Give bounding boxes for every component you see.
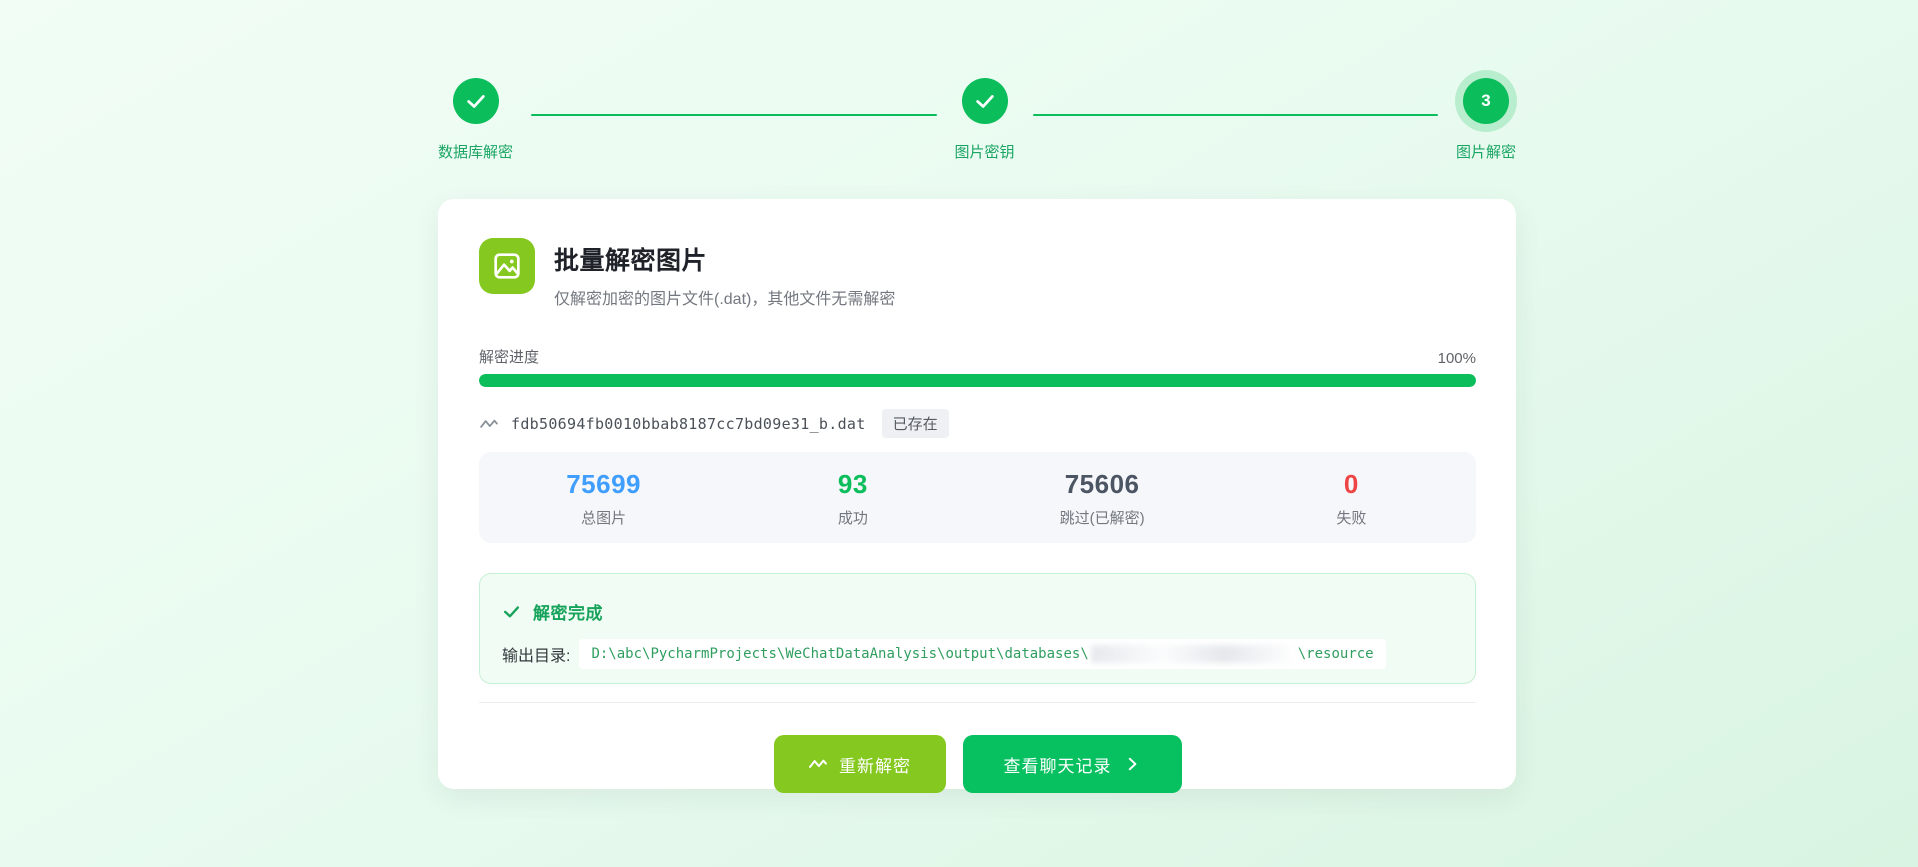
stat-skipped: 75606 跳过(已解密) (978, 469, 1227, 528)
progress-bar-fill (479, 374, 1476, 387)
decrypt-images-card: 批量解密图片 仅解密加密的图片文件(.dat)，其他文件无需解密 解密进度 10… (438, 199, 1516, 789)
step-database-decrypt: 数据库解密 (438, 78, 513, 162)
view-chat-records-button[interactable]: 查看聊天记录 (963, 735, 1182, 793)
redacted-path-segment (1091, 645, 1296, 663)
output-path-prefix: D:\abc\PycharmProjects\WeChatDataAnalysi… (591, 646, 1088, 662)
activity-zigzag-icon (808, 754, 828, 774)
step-image-key: 图片密钥 (955, 78, 1015, 162)
stat-failed-label: 失败 (1227, 507, 1476, 528)
page-title: 批量解密图片 (554, 241, 895, 277)
progress-bar (479, 374, 1476, 387)
check-icon (974, 90, 996, 112)
progress-header: 解密进度 100% (479, 346, 1476, 367)
alert-title: 解密完成 (533, 599, 603, 624)
output-dir-label: 输出目录: (502, 642, 570, 666)
step-2-circle (962, 78, 1008, 124)
step-3-label: 图片解密 (1456, 141, 1516, 162)
output-dir-row: 输出目录: D:\abc\PycharmProjects\WeChatDataA… (502, 639, 1453, 669)
activity-zigzag-icon (479, 414, 499, 434)
action-buttons: 重新解密 查看聊天记录 (479, 735, 1476, 793)
card-header: 批量解密图片 仅解密加密的图片文件(.dat)，其他文件无需解密 (479, 238, 1476, 309)
step-connector-line (531, 114, 936, 116)
step-image-decrypt: 3 图片解密 (1456, 78, 1516, 162)
chevron-right-icon (1123, 755, 1141, 773)
retry-decrypt-button[interactable]: 重新解密 (774, 735, 946, 793)
step-3-number: 3 (1481, 91, 1490, 111)
progress-label: 解密进度 (479, 346, 539, 367)
step-1-label: 数据库解密 (438, 141, 513, 162)
stat-total-images: 75699 总图片 (479, 469, 728, 528)
stat-success-value: 93 (728, 469, 977, 500)
output-path-chip[interactable]: D:\abc\PycharmProjects\WeChatDataAnalysi… (579, 639, 1385, 669)
retry-button-label: 重新解密 (839, 752, 911, 777)
page-subtitle: 仅解密加密的图片文件(.dat)，其他文件无需解密 (554, 285, 895, 309)
alert-title-row: 解密完成 (502, 599, 1453, 624)
step-2-label: 图片密钥 (955, 141, 1015, 162)
wizard-stepper: 数据库解密 图片密钥 3 图片解密 (438, 78, 1516, 162)
stat-skipped-value: 75606 (978, 469, 1227, 500)
step-3-circle: 3 (1463, 78, 1509, 124)
step-1-circle (453, 78, 499, 124)
stat-success: 93 成功 (728, 469, 977, 528)
header-text: 批量解密图片 仅解密加密的图片文件(.dat)，其他文件无需解密 (554, 238, 895, 309)
stat-skipped-label: 跳过(已解密) (978, 507, 1227, 528)
stats-panel: 75699 总图片 93 成功 75606 跳过(已解密) 0 失败 (479, 452, 1476, 543)
current-file-name: fdb50694fb0010bbab8187cc7bd09e31_b.dat (511, 415, 866, 433)
view-chat-button-label: 查看聊天记录 (1004, 752, 1112, 777)
check-icon (465, 90, 487, 112)
stat-total-label: 总图片 (479, 507, 728, 528)
check-icon (502, 602, 521, 621)
step-connector-line (1033, 114, 1438, 116)
current-file-row: fdb50694fb0010bbab8187cc7bd09e31_b.dat 已… (479, 409, 1476, 438)
decrypt-complete-alert: 解密完成 输出目录: D:\abc\PycharmProjects\WeChat… (479, 573, 1476, 684)
stat-failed: 0 失败 (1227, 469, 1476, 528)
output-path-suffix: \resource (1298, 646, 1374, 662)
stat-failed-value: 0 (1227, 469, 1476, 500)
progress-percent: 100% (1438, 350, 1476, 367)
stat-success-label: 成功 (728, 507, 977, 528)
file-status-badge: 已存在 (882, 409, 949, 438)
divider (479, 702, 1476, 703)
image-icon (479, 238, 535, 294)
stat-total-value: 75699 (479, 469, 728, 500)
